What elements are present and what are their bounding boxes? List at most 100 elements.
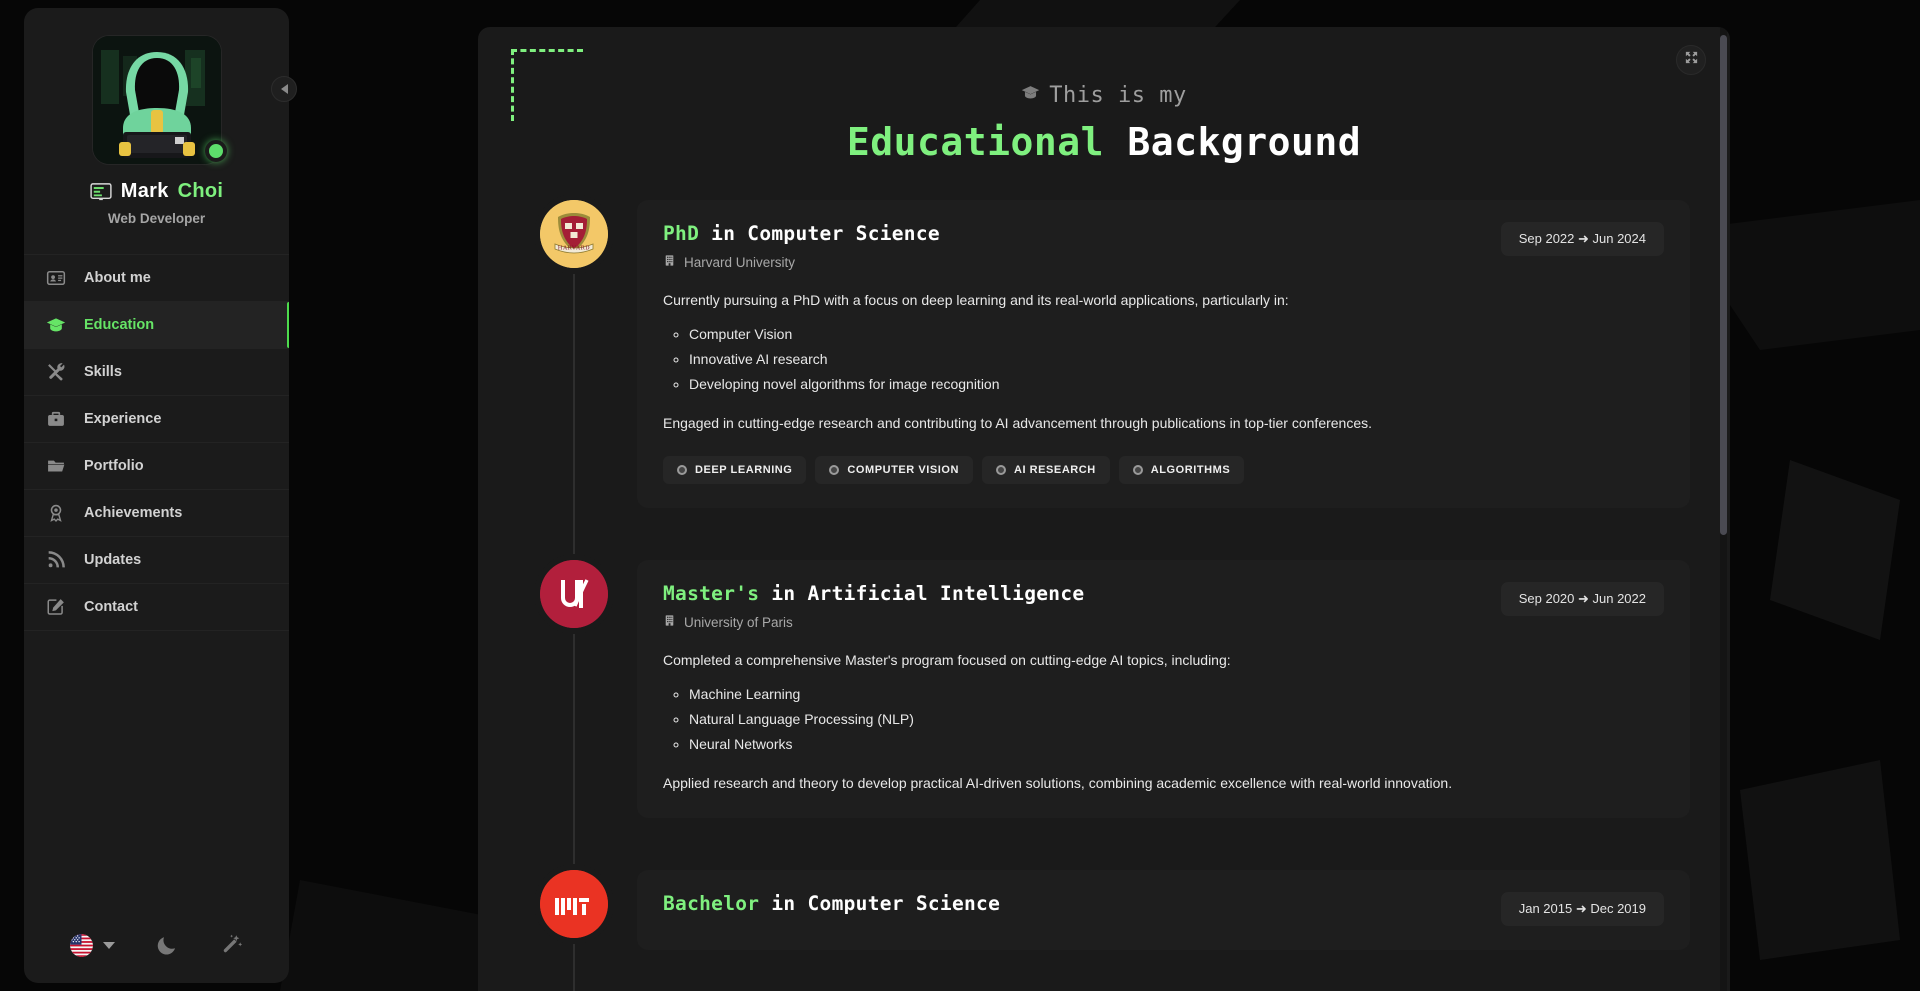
degree-highlight: Master's (663, 582, 760, 606)
list-item: Computer Vision (689, 325, 1664, 345)
moon-icon[interactable] (155, 933, 179, 957)
sidebar-nav: About me Education Skills Experience Por… (24, 254, 289, 631)
tag-label: ALGORITHMS (1150, 464, 1231, 477)
card-header: Bachelor in Computer Science Jan 2015 ➜ … (663, 892, 1664, 927)
profile-card: Mark Choi Web Developer (24, 8, 289, 242)
avatar-wrapper (92, 36, 227, 164)
card-bullet-list: Machine Learning Natural Language Proces… (689, 685, 1664, 755)
magic-wand-icon[interactable] (219, 933, 243, 957)
page-header: This is my Educational Background (478, 27, 1730, 164)
sidebar-item-skills[interactable]: Skills (24, 348, 289, 395)
main-content-panel: This is my Educational Background HARVAR… (478, 27, 1730, 991)
expand-arrows-icon (1684, 50, 1699, 70)
list-item: Machine Learning (689, 685, 1664, 705)
sidebar: Mark Choi Web Developer About me Educati… (24, 8, 289, 983)
tools-icon (46, 362, 66, 382)
sidebar-collapse-button[interactable] (271, 76, 297, 102)
tag-chip[interactable]: ALGORITHMS (1118, 456, 1245, 485)
harvard-logo: HARVARD (540, 200, 608, 268)
degree-title: PhD in Computer Science (663, 222, 940, 245)
date-badge: Jan 2015 ➜ Dec 2019 (1500, 892, 1664, 927)
mit-logo (540, 870, 608, 939)
sidebar-item-label: Education (84, 317, 155, 333)
status-online-indicator (204, 140, 227, 162)
page-title: Educational Background (478, 120, 1730, 164)
sidebar-item-achievements[interactable]: Achievements (24, 489, 289, 536)
tag-chip[interactable]: AI RESEARCH (981, 456, 1110, 485)
list-item: Developing novel algorithms for image re… (689, 375, 1664, 395)
sidebar-item-portfolio[interactable]: Portfolio (24, 442, 289, 489)
card-tag-list: DEEP LEARNING COMPUTER VISION AI RESEARC… (663, 456, 1664, 485)
us-flag-icon (70, 933, 93, 957)
tag-label: AI RESEARCH (1013, 464, 1096, 477)
date-badge: Sep 2020 ➜ Jun 2022 (1500, 582, 1664, 617)
list-item: Innovative AI research (689, 350, 1664, 370)
sidebar-item-about-me[interactable]: About me (24, 254, 289, 301)
target-icon (1132, 465, 1143, 476)
degree-rest: in Computer Science (711, 222, 940, 245)
briefcase-icon (46, 409, 66, 429)
page-title-highlight: Educational (846, 120, 1104, 164)
education-timeline: HARVARD PhD in Computer Science Harvard … (478, 200, 1730, 991)
date-badge: Sep 2022 ➜ Jun 2024 (1500, 222, 1664, 256)
card-header: Master's in Artificial Intelligence Univ… (663, 582, 1664, 630)
target-icon (995, 465, 1006, 476)
school-name: Harvard University (684, 254, 796, 270)
card-description: Completed a comprehensive Master's progr… (663, 652, 1231, 669)
sidebar-item-label: Contact (84, 599, 138, 615)
language-selector[interactable] (70, 933, 115, 957)
card-header: PhD in Computer Science Harvard Universi… (663, 222, 1664, 270)
page-eyebrow-text: This is my (1049, 83, 1187, 108)
profile-name: Mark Choi (42, 180, 271, 203)
chevron-down-icon (103, 941, 115, 949)
sidebar-item-label: Updates (84, 552, 142, 568)
sidebar-item-contact[interactable]: Contact (24, 583, 289, 631)
id-card-icon (46, 268, 66, 288)
sidebar-item-label: About me (84, 270, 151, 286)
list-item: Natural Language Processing (NLP) (689, 710, 1664, 730)
degree-highlight: Bachelor (663, 892, 760, 916)
sidebar-item-label: Experience (84, 411, 162, 427)
target-icon (829, 465, 840, 476)
card-description: Currently pursuing a PhD with a focus on… (663, 292, 1289, 309)
degree-rest: in Computer Science (771, 892, 1001, 916)
sidebar-item-updates[interactable]: Updates (24, 536, 289, 583)
graduation-cap-icon (46, 315, 66, 335)
sidebar-item-label: Portfolio (84, 458, 144, 474)
terminal-icon (90, 182, 112, 201)
pencil-square-icon (46, 597, 66, 617)
page-title-rest: Background (1127, 120, 1362, 164)
tag-label: COMPUTER VISION (847, 464, 959, 477)
page-eyebrow: This is my (478, 83, 1730, 108)
folder-icon (46, 456, 66, 476)
sidebar-item-label: Skills (84, 364, 122, 380)
degree-title: Bachelor in Computer Science (663, 892, 1000, 915)
building-icon (663, 254, 676, 270)
sidebar-item-education[interactable]: Education (24, 301, 289, 348)
rss-icon (46, 550, 66, 570)
scrollbar-thumb[interactable] (1720, 35, 1727, 535)
tag-chip[interactable]: COMPUTER VISION (815, 456, 973, 485)
list-item: Neural Networks (689, 735, 1664, 755)
timeline-entry: HARVARD PhD in Computer Science Harvard … (478, 200, 1690, 509)
svg-text:HARVARD: HARVARD (558, 245, 591, 251)
school-name: University of Paris (684, 614, 793, 630)
decorative-corner-bracket (511, 49, 583, 121)
education-card: Master's in Artificial Intelligence Univ… (637, 560, 1690, 819)
fullscreen-toggle-button[interactable] (1676, 45, 1706, 75)
building-icon (663, 614, 676, 630)
profile-first-name: Mark (120, 180, 169, 202)
profile-last-name: Choi (177, 180, 224, 202)
tag-chip[interactable]: DEEP LEARNING (663, 456, 807, 485)
sidebar-item-experience[interactable]: Experience (24, 395, 289, 442)
tag-label: DEEP LEARNING (695, 464, 793, 477)
profile-role: Web Developer (107, 211, 206, 226)
timeline-entry: Bachelor in Computer Science Jan 2015 ➜ … (478, 870, 1690, 951)
school-row: University of Paris (663, 614, 1084, 630)
award-icon (46, 503, 66, 523)
chevron-left-icon (280, 84, 288, 94)
graduation-cap-icon (1021, 83, 1040, 108)
target-icon (677, 465, 687, 476)
sidebar-footer (24, 915, 289, 983)
degree-title: Master's in Artificial Intelligence (663, 582, 1084, 605)
